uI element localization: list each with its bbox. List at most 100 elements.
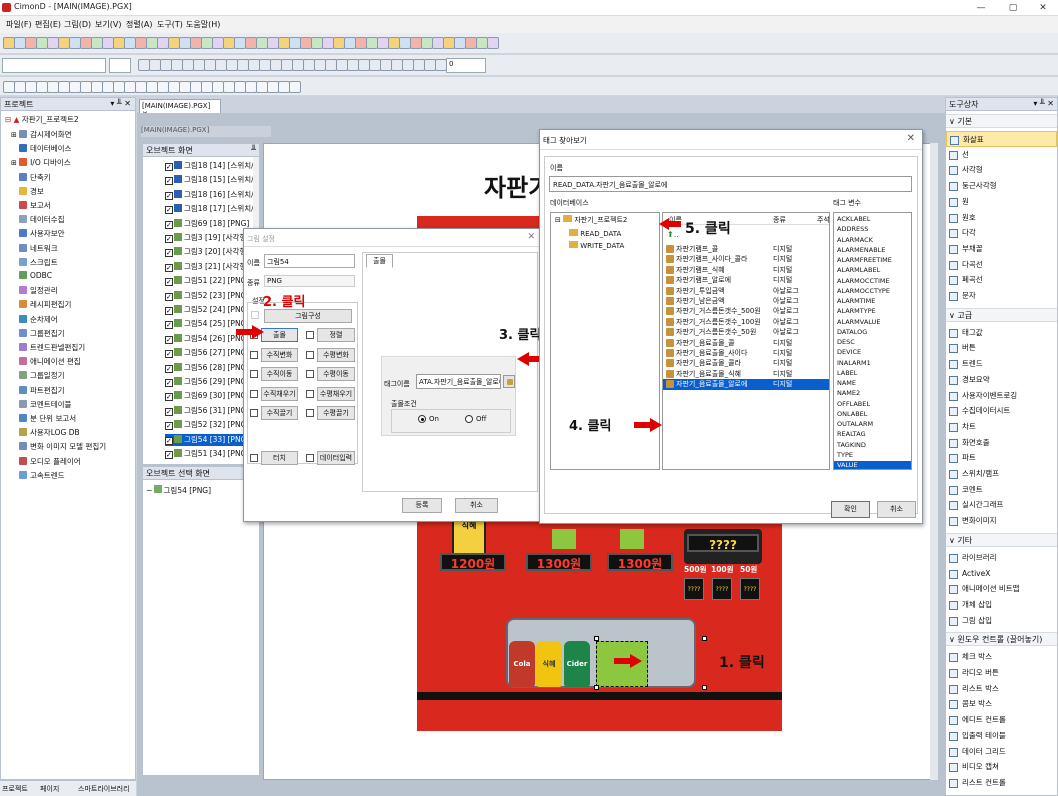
bottle-cola[interactable]: Cola bbox=[509, 641, 535, 687]
project-bottom-tab-1[interactable]: 페이지 bbox=[40, 784, 59, 794]
menu-item-2[interactable]: 그림(D) bbox=[64, 19, 91, 30]
tag-var-item[interactable]: ALARMVALUE bbox=[834, 318, 911, 328]
object-check-icon[interactable]: ✓ bbox=[165, 191, 173, 200]
menu-item-6[interactable]: 도움말(H) bbox=[186, 19, 220, 30]
font-combo[interactable] bbox=[2, 58, 106, 73]
tag-row[interactable]: 자판기_거스름돈갯수_100원 아날로그 bbox=[663, 317, 829, 328]
toolbox-item[interactable]: 화면호출 bbox=[946, 435, 1057, 451]
tag-row[interactable]: 자판기램프_콜 디지털 bbox=[663, 244, 829, 255]
menu-item-4[interactable]: 정렬(A) bbox=[126, 19, 152, 30]
object-check-icon[interactable]: ✓ bbox=[165, 206, 173, 215]
project-item[interactable]: 그룹일정기 bbox=[19, 370, 65, 381]
option-checkbox[interactable] bbox=[306, 454, 314, 462]
project-item[interactable]: 사용자LOG DB bbox=[19, 427, 80, 438]
toolbox-item[interactable]: 차트 bbox=[946, 419, 1057, 435]
tag-var-item[interactable]: LABEL bbox=[834, 369, 911, 379]
menu-item-3[interactable]: 보기(V) bbox=[95, 19, 121, 30]
toolbox-pin-icon[interactable]: ▾ ╨ ✕ bbox=[1033, 99, 1054, 108]
object-check-icon[interactable]: ✓ bbox=[165, 177, 173, 186]
toolbox-item[interactable]: 트렌드 bbox=[946, 356, 1057, 372]
tag-row[interactable]: 자판기_음료출몰_알로에 디지털 bbox=[663, 379, 829, 390]
tag-var-item[interactable]: ALARMOCCTIME bbox=[834, 277, 911, 287]
tag-var-item[interactable]: REALTAG bbox=[834, 430, 911, 440]
project-item[interactable]: 고속트렌드 bbox=[19, 470, 65, 481]
close-button[interactable]: ✕ bbox=[1028, 0, 1058, 16]
toolbox-item[interactable]: 사용자이벤트로깅 bbox=[946, 388, 1057, 404]
tag-var-item[interactable]: ALARMFREETIME bbox=[834, 256, 911, 266]
tag-var-item[interactable]: TYPE bbox=[834, 451, 911, 461]
option-button[interactable]: 터치 bbox=[261, 451, 298, 465]
tag-var-item[interactable]: OUTALARM bbox=[834, 420, 911, 430]
tag-var-item[interactable]: DESC bbox=[834, 338, 911, 348]
toolbox-item[interactable]: 다곡선 bbox=[946, 257, 1057, 273]
project-item[interactable]: 스크립트 bbox=[19, 257, 58, 268]
project-bottom-tab-0[interactable]: 프로젝트 bbox=[2, 784, 28, 794]
tag-row[interactable]: 자판기_거스름돈갯수_500원 아날로그 bbox=[663, 306, 829, 317]
object-check-icon[interactable]: ✓ bbox=[165, 422, 173, 431]
tag-row[interactable]: 자판기_투입금액 아날로그 bbox=[663, 286, 829, 297]
option-button[interactable]: 수직채우기 bbox=[261, 386, 298, 401]
toolbox-item[interactable]: 입출력 테이블 bbox=[946, 728, 1057, 744]
project-item[interactable]: 애니메이션 편집 bbox=[19, 356, 81, 367]
group-config-check[interactable] bbox=[251, 311, 259, 319]
project-item[interactable]: 보고서 bbox=[19, 200, 51, 211]
toolbox-item[interactable]: 문자 bbox=[946, 288, 1057, 304]
project-item[interactable]: 파트편집기 bbox=[19, 385, 65, 396]
radio-on[interactable] bbox=[418, 415, 426, 423]
toolbox-item[interactable]: 경보요약 bbox=[946, 372, 1057, 388]
option-checkbox[interactable] bbox=[250, 350, 258, 359]
tag-row[interactable]: 자판기_음료출몰_식혜 디지털 bbox=[663, 369, 829, 380]
object-check-icon[interactable]: ✓ bbox=[165, 364, 173, 373]
object-check-icon[interactable]: ✓ bbox=[165, 321, 173, 330]
tag-var-item[interactable]: VALUE bbox=[834, 461, 911, 469]
project-item[interactable]: 단축키 bbox=[19, 172, 51, 183]
tag-var-item[interactable]: INALARM1 bbox=[834, 359, 911, 369]
object-check-icon[interactable]: ✓ bbox=[165, 163, 173, 171]
project-item[interactable]: 네트워크 bbox=[19, 243, 58, 254]
group-config-button[interactable]: 그림구성 bbox=[264, 309, 352, 323]
object-check-icon[interactable]: ✓ bbox=[165, 393, 173, 402]
tag-row[interactable]: 자판기_남은금액 아날로그 bbox=[663, 296, 829, 307]
object-check-icon[interactable]: ✓ bbox=[165, 379, 173, 387]
tag-var-item[interactable]: DATALOG bbox=[834, 328, 911, 338]
project-item[interactable]: 경보 bbox=[19, 186, 44, 197]
project-item[interactable]: 오디오 플레이어 bbox=[19, 456, 81, 467]
menu-item-5[interactable]: 도구(T) bbox=[157, 19, 183, 30]
pin-icon[interactable]: ▾ ╨ ✕ bbox=[110, 99, 131, 108]
selection-handle-tr[interactable] bbox=[702, 636, 707, 641]
shape-name-input[interactable]: 그림54 bbox=[264, 254, 355, 268]
toolbox-item[interactable]: 애니메이션 비트맵 bbox=[946, 581, 1057, 597]
project-item[interactable]: 코멘트테이블 bbox=[19, 399, 71, 410]
project-root[interactable]: ⊟ ▲ 자판기_프로젝트2 bbox=[5, 114, 79, 125]
toolbox-item[interactable]: 라디오 버튼 bbox=[946, 665, 1057, 681]
object-check-icon[interactable]: ✓ bbox=[165, 220, 173, 229]
coin-slot-500[interactable]: ???? bbox=[684, 578, 704, 600]
toolbox-item[interactable]: 스위치/램프 bbox=[946, 466, 1057, 482]
db-tree-read-data[interactable]: READ_DATA bbox=[569, 229, 621, 238]
object-check-icon[interactable]: ✓ bbox=[165, 263, 173, 272]
toolbox-item[interactable]: 라이브러리 bbox=[946, 550, 1057, 566]
tag-var-item[interactable]: DEVICE bbox=[834, 348, 911, 358]
tag-var-item[interactable]: ALARMTIME bbox=[834, 297, 911, 307]
toolbox-section-2[interactable]: ∨ 기타 bbox=[946, 532, 1057, 547]
object-check-icon[interactable]: ✓ bbox=[165, 335, 173, 344]
object-check-icon[interactable]: ✓ bbox=[165, 451, 173, 459]
object-check-icon[interactable]: ✓ bbox=[165, 292, 173, 301]
project-item[interactable]: ⊞ I/O 디바이스 bbox=[11, 157, 71, 168]
coin-slot-50[interactable]: ???? bbox=[740, 578, 760, 600]
tag-var-item[interactable]: OFFLABEL bbox=[834, 400, 911, 410]
toolbox-item[interactable]: 선 bbox=[946, 147, 1057, 163]
tag-var-item[interactable]: ACKLABEL bbox=[834, 215, 911, 225]
tag-row[interactable]: 자판기램프_식혜 디지털 bbox=[663, 265, 829, 276]
project-item[interactable]: 순차제어 bbox=[19, 314, 58, 325]
project-item[interactable]: 데이터수집 bbox=[19, 214, 65, 225]
toolbox-item[interactable]: 파트 bbox=[946, 450, 1057, 466]
tag-var-item[interactable]: ALARMLABEL bbox=[834, 266, 911, 276]
project-item[interactable]: ODBC bbox=[19, 271, 52, 280]
tag-var-item[interactable]: ALARMOCCTYPE bbox=[834, 287, 911, 297]
project-item[interactable]: 변화 이미지 모델 편집기 bbox=[19, 441, 106, 452]
project-item[interactable]: 분 단위 보고서 bbox=[19, 413, 76, 424]
toolbox-item[interactable]: 코멘트 bbox=[946, 482, 1057, 498]
option-checkbox[interactable] bbox=[250, 454, 258, 462]
toolbox-item[interactable]: 폐곡선 bbox=[946, 272, 1057, 288]
